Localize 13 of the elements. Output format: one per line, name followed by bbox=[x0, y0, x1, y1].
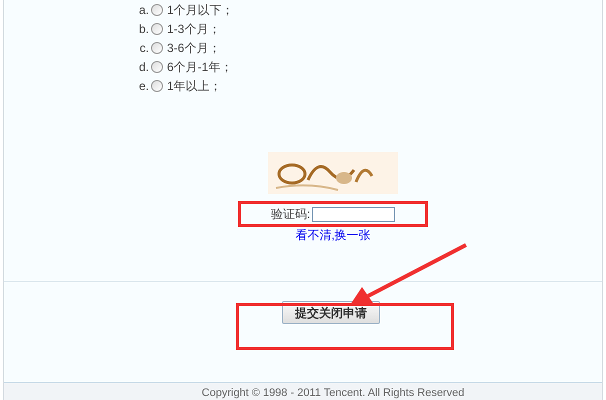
option-marker: c. bbox=[138, 40, 149, 56]
option-marker: d. bbox=[138, 58, 149, 76]
option-label: 1-3个月； bbox=[167, 20, 220, 38]
copyright-text: Copyright © 1998 - 2011 Tencent. All Rights Reserved bbox=[202, 387, 464, 400]
option-label: 6个月-1年； bbox=[167, 58, 232, 76]
option-label: 1个月以下； bbox=[167, 2, 234, 18]
refresh-captcha-link[interactable]: 看不清,换一张 bbox=[295, 226, 371, 244]
option-marker: a. bbox=[138, 2, 149, 18]
captcha-label: 验证码: bbox=[270, 206, 310, 223]
option-marker: b. bbox=[138, 20, 149, 38]
option-label: 1年以上； bbox=[167, 78, 222, 94]
option-label: 3-6个月； bbox=[167, 40, 220, 56]
option-marker: e. bbox=[138, 78, 149, 94]
